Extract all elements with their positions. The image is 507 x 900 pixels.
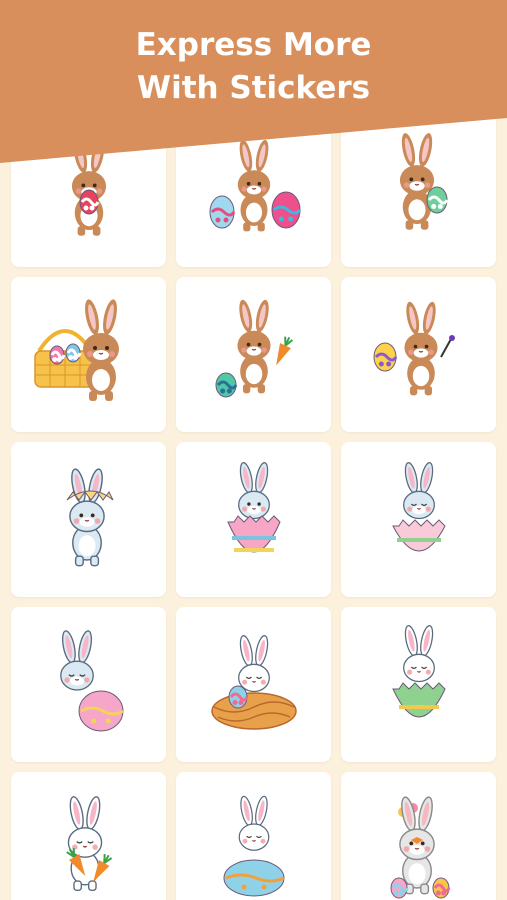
sticker-cell[interactable] — [341, 607, 496, 762]
sticker-cell[interactable] — [176, 772, 331, 900]
headline-line-1: Express More — [135, 27, 372, 63]
brown-bunny-with-egg-and-brush-icon — [373, 301, 455, 395]
sticker-cell[interactable] — [176, 607, 331, 762]
sticker-cell[interactable] — [11, 442, 166, 597]
headline-line-2: With Stickers — [136, 70, 371, 106]
brown-bunny-with-carrot-icon — [215, 299, 293, 397]
sticker-cell[interactable] — [11, 607, 166, 762]
blue-bunny-in-eggshell-hat-icon — [66, 467, 113, 566]
sticker-cell[interactable] — [341, 442, 496, 597]
sticker-cell[interactable] — [341, 277, 496, 432]
sticker-cell[interactable] — [11, 772, 166, 900]
blue-bunny-hatching-from-egg-icon — [226, 461, 281, 552]
sticker-cell[interactable] — [176, 442, 331, 597]
brown-bunny-with-egg-basket-icon — [33, 298, 119, 401]
blue-bunny-leaning-on-egg-icon — [59, 629, 124, 731]
white-bunny-sleeping-on-egg-icon — [223, 795, 285, 896]
sticker-grid — [11, 112, 497, 900]
sticker-cell[interactable] — [11, 277, 166, 432]
white-bunny-in-green-egg-icon — [391, 624, 446, 717]
white-bunny-sleeping-in-nest-icon — [210, 634, 297, 730]
white-bunny-holding-carrots-icon — [65, 795, 112, 891]
grey-bunny-with-flowers-and-eggs-icon — [390, 795, 450, 898]
sticker-cell[interactable] — [176, 277, 331, 432]
blue-bunny-in-cracked-egg-icon — [391, 461, 446, 551]
headline: Express More With Stickers — [0, 24, 507, 110]
sticker-cell[interactable] — [341, 772, 496, 900]
